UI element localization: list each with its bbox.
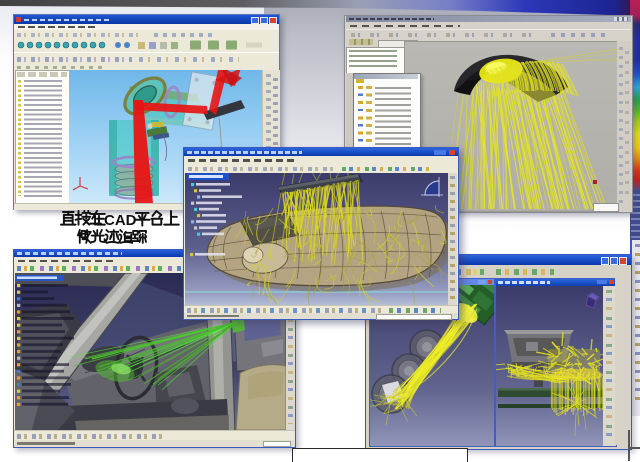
svg-text:CAD: CAD xyxy=(104,212,137,229)
